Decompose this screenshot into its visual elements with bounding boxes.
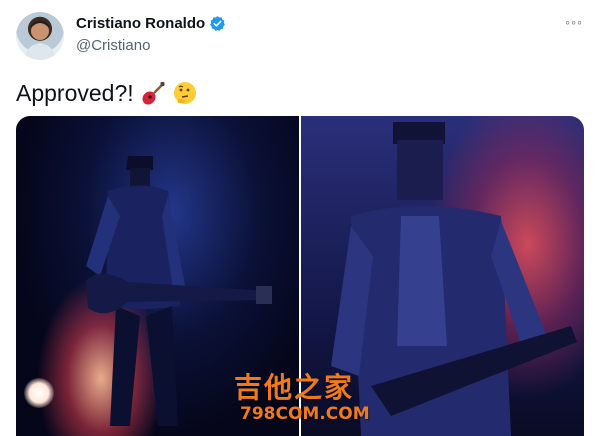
more-options-icon[interactable]: ◦◦◦ (565, 14, 583, 30)
author-display-name[interactable]: Cristiano Ronaldo (76, 15, 205, 32)
watermark-url: 798COM.COM (240, 404, 370, 424)
stage-light (24, 378, 54, 408)
verified-badge-icon (209, 15, 226, 32)
watermark-text: 吉他之家 (234, 371, 355, 404)
avatar[interactable] (16, 12, 64, 60)
tweet-text: Approved?! (16, 80, 198, 107)
guitar-icon (140, 81, 166, 107)
author-handle[interactable]: @Cristiano (76, 37, 150, 54)
author-name-row: Cristiano Ronaldo (76, 15, 226, 32)
thinking-face-icon (172, 81, 198, 107)
avatar-portrait-icon (24, 20, 56, 60)
tweet-text-body: Approved?! (16, 80, 134, 106)
